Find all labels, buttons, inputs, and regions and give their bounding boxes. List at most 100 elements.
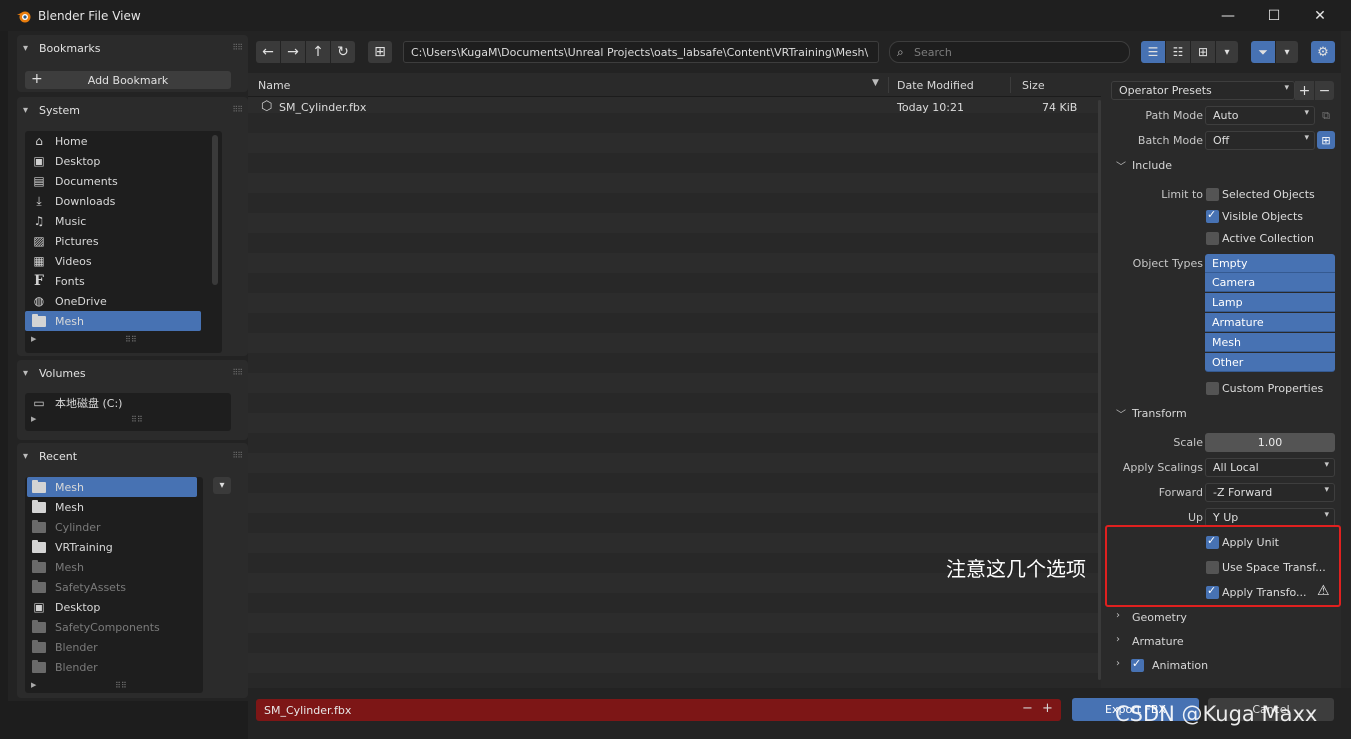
scale-slider[interactable]: 1.00 [1205,433,1335,452]
close-button[interactable]: ✕ [1297,0,1343,31]
operator-presets-dropdown[interactable]: Operator Presets ▾ [1111,81,1295,100]
object-type-lamp[interactable]: Lamp [1205,293,1335,312]
view-options-dropdown[interactable]: ▾ [1216,41,1238,63]
filename-input[interactable]: SM_Cylinder.fbx − + [256,699,1061,721]
recent-item[interactable]: ▣ Desktop [25,597,203,617]
minimize-button[interactable]: — [1205,0,1251,31]
bookmarks-header[interactable]: ▾ Bookmarks ⠿⠿ [17,35,248,61]
system-header[interactable]: ▾ System ⠿⠿ [17,97,248,123]
batch-mode-dropdown[interactable]: Off ▾ [1205,131,1315,150]
recent-item[interactable]: Mesh [25,497,203,517]
recent-title: Recent [39,449,78,463]
animation-header[interactable]: › Animation [1101,655,1351,677]
resize-grip-icon[interactable]: ⠿⠿ [131,415,143,424]
forward-label: Forward [1158,486,1203,499]
new-folder-button[interactable]: ⊞ [368,41,392,63]
custom-properties-checkbox[interactable] [1206,382,1219,395]
forward-dropdown[interactable]: -Z Forward ▾ [1205,483,1335,502]
volumes-header[interactable]: ▾ Volumes ⠿⠿ [17,360,248,386]
system-item-videos[interactable]: ▦ Videos [25,251,222,271]
batch-mode-value: Off [1213,134,1230,147]
object-type-empty[interactable]: Empty [1205,254,1335,273]
batch-own-dir-icon[interactable]: ⊞ [1317,131,1335,149]
system-item-downloads[interactable]: ⤓ Downloads [25,191,222,211]
add-preset-button[interactable]: + [1295,81,1314,100]
grip-icon[interactable]: ⠿⠿ [232,43,243,52]
embed-textures-icon[interactable]: ⧉ [1317,107,1335,124]
parent-directory-button[interactable]: ↑ [306,41,330,63]
column-divider[interactable] [1010,77,1011,93]
grip-icon[interactable]: ⠿⠿ [232,368,243,377]
column-size[interactable]: Size [1022,79,1045,92]
recent-item[interactable]: Blender [25,637,203,657]
recent-dropdown-button[interactable]: ▾ [213,477,231,494]
expand-arrow-icon[interactable]: ▶ [31,335,36,343]
maximize-button[interactable]: ☐ [1251,0,1297,31]
system-item-home[interactable]: ⌂ Home [25,131,222,151]
filter-options-dropdown[interactable]: ▾ [1276,41,1298,63]
system-item-fonts[interactable]: F Fonts [25,271,222,291]
view-thumbnails-button[interactable]: ⊞ [1191,41,1215,63]
filter-button[interactable]: ⏷ [1251,41,1275,63]
column-date[interactable]: Date Modified [897,79,974,92]
add-bookmark-button[interactable]: + Add Bookmark [25,71,231,89]
column-name[interactable]: Name [258,79,290,92]
object-type-mesh[interactable]: Mesh [1205,333,1335,352]
resize-grip-icon[interactable]: ⠿⠿ [115,681,127,690]
recent-header[interactable]: ▾ Recent ⠿⠿ [17,443,248,469]
refresh-button[interactable]: ↻ [331,41,355,63]
system-item-pictures[interactable]: ▨ Pictures [25,231,222,251]
scrollbar[interactable] [212,135,218,285]
decrement-button[interactable]: − [1022,701,1033,716]
search-input[interactable]: ⌕ Search [889,41,1130,63]
recent-item[interactable]: SafetyAssets [25,577,203,597]
recent-item[interactable]: Mesh [27,477,197,497]
geometry-header[interactable]: › Geometry [1101,607,1351,629]
grip-icon[interactable]: ⠿⠿ [232,105,243,114]
folder-icon [31,659,47,674]
apply-scalings-dropdown[interactable]: All Local ▾ [1205,458,1335,477]
sort-arrow-icon[interactable]: ▼ [872,78,879,88]
system-item-desktop[interactable]: ▣ Desktop [25,151,222,171]
resize-grip-icon[interactable]: ⠿⠿ [125,335,137,344]
system-item-documents[interactable]: ▤ Documents [25,171,222,191]
recent-item[interactable]: Cylinder [25,517,203,537]
path-mode-dropdown[interactable]: Auto ▾ [1205,106,1315,125]
expand-arrow-icon[interactable]: ▶ [31,681,36,689]
settings-gear-button[interactable]: ⚙ [1311,41,1335,63]
transform-header[interactable]: ﹀ Transform [1101,403,1351,425]
recent-item[interactable]: SafetyComponents [25,617,203,637]
item-label: Mesh [55,314,84,328]
object-type-armature[interactable]: Armature [1205,313,1335,332]
forward-button[interactable]: → [281,41,305,63]
recent-item[interactable]: Mesh [25,557,203,577]
folder-icon [31,499,47,514]
item-label: Pictures [55,234,99,248]
grip-icon[interactable]: ⠿⠿ [232,451,243,460]
column-divider[interactable] [888,77,889,93]
system-item-mesh[interactable]: Mesh [25,311,201,331]
recent-item[interactable]: VRTraining [25,537,203,557]
system-item-music[interactable]: ♫ Music [25,211,222,231]
visible-objects-checkbox[interactable] [1206,208,1219,223]
expand-arrow-icon[interactable]: ▶ [31,415,36,423]
animation-checkbox[interactable] [1131,657,1144,672]
file-row[interactable]: ⬡ SM_Cylinder.fbx Today 10:21 74 KiB [248,98,1101,118]
blender-logo-icon [17,11,31,22]
view-list-vertical-button[interactable]: ☰ [1141,41,1165,63]
system-item-onedrive[interactable]: ◍ OneDrive [25,291,222,311]
recent-item[interactable]: Blender [25,657,203,677]
window-title: Blender File View [38,8,141,23]
back-button[interactable]: ← [256,41,280,63]
armature-header[interactable]: › Armature [1101,631,1351,653]
view-list-horizontal-button[interactable]: ☷ [1166,41,1190,63]
active-collection-checkbox[interactable] [1206,232,1219,245]
object-type-other[interactable]: Other [1205,353,1335,372]
selected-objects-checkbox[interactable] [1206,188,1219,201]
path-field[interactable]: C:\Users\KugaM\Documents\Unreal Projects… [403,41,879,63]
volume-item-c[interactable]: ▭ 本地磁盘 (C:) [25,393,231,413]
increment-button[interactable]: + [1042,701,1053,716]
object-type-camera[interactable]: Camera [1205,273,1335,292]
include-header[interactable]: ﹀ Include [1101,155,1351,177]
remove-preset-button[interactable]: − [1315,81,1334,100]
